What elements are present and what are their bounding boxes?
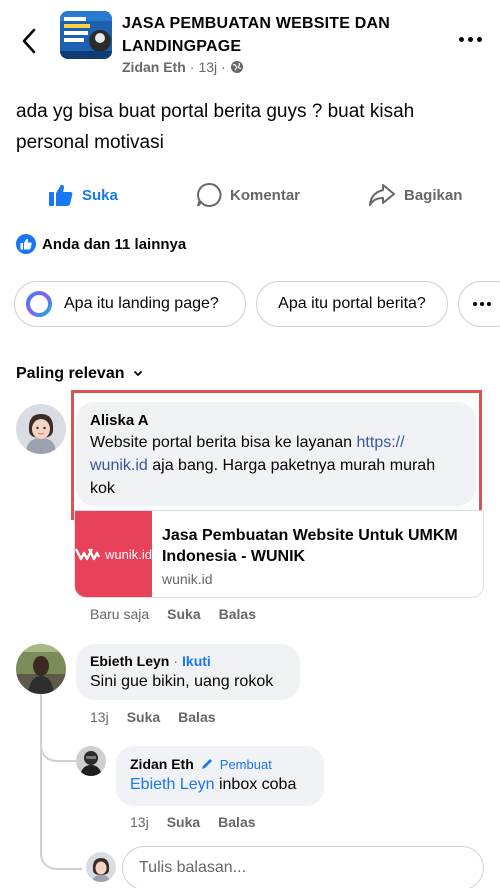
comment-like-button[interactable]: Suka [127, 709, 160, 725]
current-user-avatar [86, 852, 116, 882]
mention-link[interactable]: Ebieth Leyn [130, 776, 215, 793]
link-domain: wunik.id [161, 571, 213, 587]
avatar-aliska[interactable] [16, 404, 66, 454]
share-button[interactable]: Bagikan [368, 180, 462, 210]
suggestion-chip-landing-page[interactable]: Apa itu landing page? [14, 281, 246, 327]
dot [476, 36, 482, 42]
like-reaction-icon [16, 234, 36, 254]
chip-label: Apa itu portal berita? [278, 295, 426, 312]
commenter-name[interactable]: Ebieth Leyn [90, 653, 169, 669]
more-options-button[interactable] [452, 24, 488, 54]
suggestion-chip-portal-berita[interactable]: Apa itu portal berita? [256, 281, 448, 327]
author-badge: Pembuat [219, 756, 272, 772]
meta-separator: · [189, 59, 195, 75]
comment-reply-button[interactable]: Balas [178, 709, 215, 725]
comment-text: Sini gue bikin, uang rokok [90, 673, 274, 690]
group-name[interactable]: JASA PEMBUATAN WEBSITE DAN LANDINGPAGE [122, 12, 422, 58]
comment-like-button[interactable]: Suka [167, 814, 200, 830]
meta-separator: · [221, 59, 226, 75]
avatar-image [16, 404, 66, 454]
comment-text-part: inbox coba [214, 776, 297, 793]
comment-time: 13j [90, 709, 109, 725]
comment-time: Baru saja [90, 606, 150, 622]
thread-connector [40, 840, 82, 870]
link-preview-card[interactable]: wunik.id Jasa Pembuatan Website Untuk UM… [74, 510, 484, 598]
commenter-header: Ebieth Leyn · Ikuti [90, 653, 286, 669]
pencil-icon [201, 759, 212, 769]
dot [473, 302, 477, 306]
comment-text: Ebieth Leyn inbox coba [130, 773, 310, 796]
link-brand: wunik.id [105, 546, 152, 562]
comment-like-button[interactable]: Suka [167, 606, 200, 622]
link-preview-thumbnail: wunik.id [75, 511, 152, 597]
comment-button[interactable]: Komentar [196, 180, 300, 210]
avatar-image [76, 746, 106, 776]
comment-label: Komentar [230, 186, 301, 204]
thumbs-up-icon [20, 238, 32, 250]
follow-button[interactable]: Ikuti [182, 653, 211, 669]
globe-icon [230, 61, 243, 73]
comment-actions: 13j Suka Balas [130, 814, 256, 830]
comment-reply-button[interactable]: Balas [219, 606, 256, 622]
wunik-logo-icon [75, 548, 101, 561]
chevron-down-icon [133, 371, 142, 377]
share-label: Bagikan [404, 186, 463, 204]
like-button[interactable]: Suka [48, 180, 118, 210]
comment-bubble-zidan[interactable]: Zidan Eth Pembuat Ebieth Leyn inbox coba [116, 746, 324, 806]
avatar-zidan[interactable] [76, 746, 106, 776]
dot [467, 36, 473, 42]
avatar-ebieth[interactable] [16, 644, 66, 694]
group-thumbnail-image [60, 11, 112, 59]
thread-connector [40, 740, 76, 762]
comment-bubble-ebieth[interactable]: Ebieth Leyn · Ikuti Sini gue bikin, uang… [76, 644, 300, 700]
post-meta: Zidan Eth · 13j · [122, 59, 244, 75]
thumbs-up-icon [49, 184, 73, 206]
group-avatar[interactable] [60, 11, 112, 59]
chip-label: Apa itu landing page? [64, 295, 219, 312]
comment-sort-dropdown[interactable]: Paling relevan [16, 365, 143, 383]
name-separator: · [173, 653, 179, 669]
link-preview-info: Jasa Pembuatan Website Untuk UMKM Indone… [152, 511, 483, 597]
dot [480, 302, 484, 306]
comment-reply-button[interactable]: Balas [218, 814, 255, 830]
reaction-text: Anda dan 11 lainnya [42, 235, 187, 253]
reply-input[interactable]: Tulis balasan... [122, 846, 484, 888]
more-suggestions-chip[interactable] [458, 281, 500, 327]
post-author[interactable]: Zidan Eth [122, 59, 186, 75]
comment-actions: Baru saja Suka Balas [90, 606, 256, 622]
dot [458, 36, 464, 42]
reaction-summary[interactable]: Anda dan 11 lainnya [16, 234, 186, 254]
dot [487, 302, 491, 306]
share-icon [369, 184, 395, 206]
like-label: Suka [82, 186, 118, 204]
back-button[interactable] [14, 24, 44, 58]
comment-actions: 13j Suka Balas [90, 709, 216, 725]
post-time[interactable]: 13j [198, 59, 217, 75]
comment-time: 13j [130, 814, 149, 830]
link-title: Jasa Pembuatan Website Untuk UMKM Indone… [161, 527, 458, 565]
meta-ai-icon [26, 291, 52, 317]
commenter-header: Zidan Eth Pembuat [130, 756, 310, 772]
avatar-image [86, 852, 116, 882]
sort-label: Paling relevan [16, 365, 125, 382]
thread-line [40, 692, 42, 840]
post-text: ada yg bisa buat portal berita guys ? bu… [16, 101, 415, 153]
comment-icon [197, 182, 222, 207]
avatar-image [16, 644, 66, 694]
highlight-annotation-box [71, 390, 482, 520]
commenter-name[interactable]: Zidan Eth [130, 756, 194, 772]
chevron-left-icon [22, 28, 36, 54]
